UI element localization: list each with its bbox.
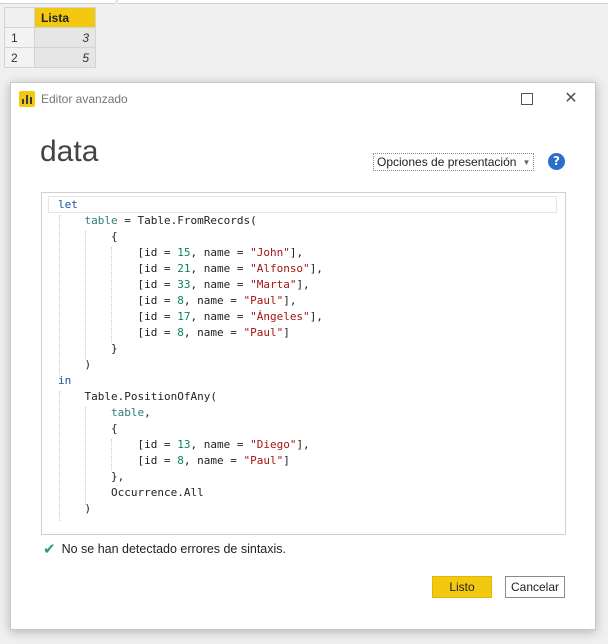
code-line[interactable]: ) [58,357,323,373]
display-options-label: Opciones de presentación [377,155,517,169]
done-button[interactable]: Listo [432,576,492,598]
code-line[interactable]: table = Table.FromRecords( [58,213,323,229]
table-corner [4,7,35,28]
close-icon: ✕ [564,90,578,107]
code-editor[interactable]: let table = Table.FromRecords( { [id = 1… [41,192,566,535]
display-options-dropdown[interactable]: Opciones de presentación ▼ [373,153,535,171]
column-header-lista[interactable]: Lista [34,7,96,28]
code-line[interactable]: Table.PositionOfAny( [58,389,323,405]
query-name-heading: data [40,135,99,168]
cancel-button[interactable]: Cancelar [505,576,565,598]
power-bi-icon [19,91,35,107]
cell-value[interactable]: 5 [34,47,96,68]
row-number: 2 [4,47,35,68]
code-line[interactable]: { [58,421,323,437]
row-number: 1 [4,27,35,48]
code-line[interactable]: Occurrence.All [58,485,323,501]
code-line[interactable]: ) [58,501,323,517]
status-message: No se han detectado errores de sintaxis. [61,542,287,556]
table-row[interactable]: 1 3 [4,27,96,48]
code-line[interactable]: [id = 21, name = "Alfonso"], [58,261,322,277]
toolbar-strip-left [0,0,115,4]
code-line[interactable]: { [58,229,323,245]
window-title: Editor avanzado [41,92,128,106]
help-icon[interactable]: ? [548,153,565,170]
code-line[interactable]: [id = 17, name = "Ángeles"], [58,309,322,325]
toolbar-strip-right [118,0,608,4]
code-content[interactable]: let table = Table.FromRecords( { [id = 1… [58,197,323,517]
chevron-down-icon: ▼ [522,158,531,168]
code-line[interactable]: [id = 33, name = "Marta"], [58,277,323,293]
advanced-editor-dialog: Editor avanzado ✕ data Opciones de prese… [10,82,596,630]
code-line[interactable]: table, [58,405,323,421]
code-line[interactable]: in [58,373,323,389]
syntax-status: ✔ No se han detectado errores de sintaxis… [43,540,286,558]
maximize-icon [521,93,533,106]
table-row[interactable]: 2 5 [4,47,96,68]
cell-value[interactable]: 3 [34,27,96,48]
code-line[interactable]: [id = 8, name = "Paul"], [58,293,323,309]
data-preview-table: Lista 1 3 2 5 [4,7,96,68]
title-bar[interactable]: Editor avanzado ✕ [11,83,595,115]
maximize-button[interactable] [507,85,547,113]
code-line[interactable]: let [58,197,323,213]
checkmark-icon: ✔ [43,541,56,558]
code-line[interactable]: [id = 15, name = "John"], [58,245,323,261]
code-line[interactable]: } [58,341,323,357]
code-line[interactable]: [id = 13, name = "Diego"], [58,437,323,453]
code-line[interactable]: }, [58,469,323,485]
code-line[interactable]: [id = 8, name = "Paul"] [58,325,323,341]
close-button[interactable]: ✕ [551,85,591,113]
code-line[interactable]: [id = 8, name = "Paul"] [58,453,323,469]
